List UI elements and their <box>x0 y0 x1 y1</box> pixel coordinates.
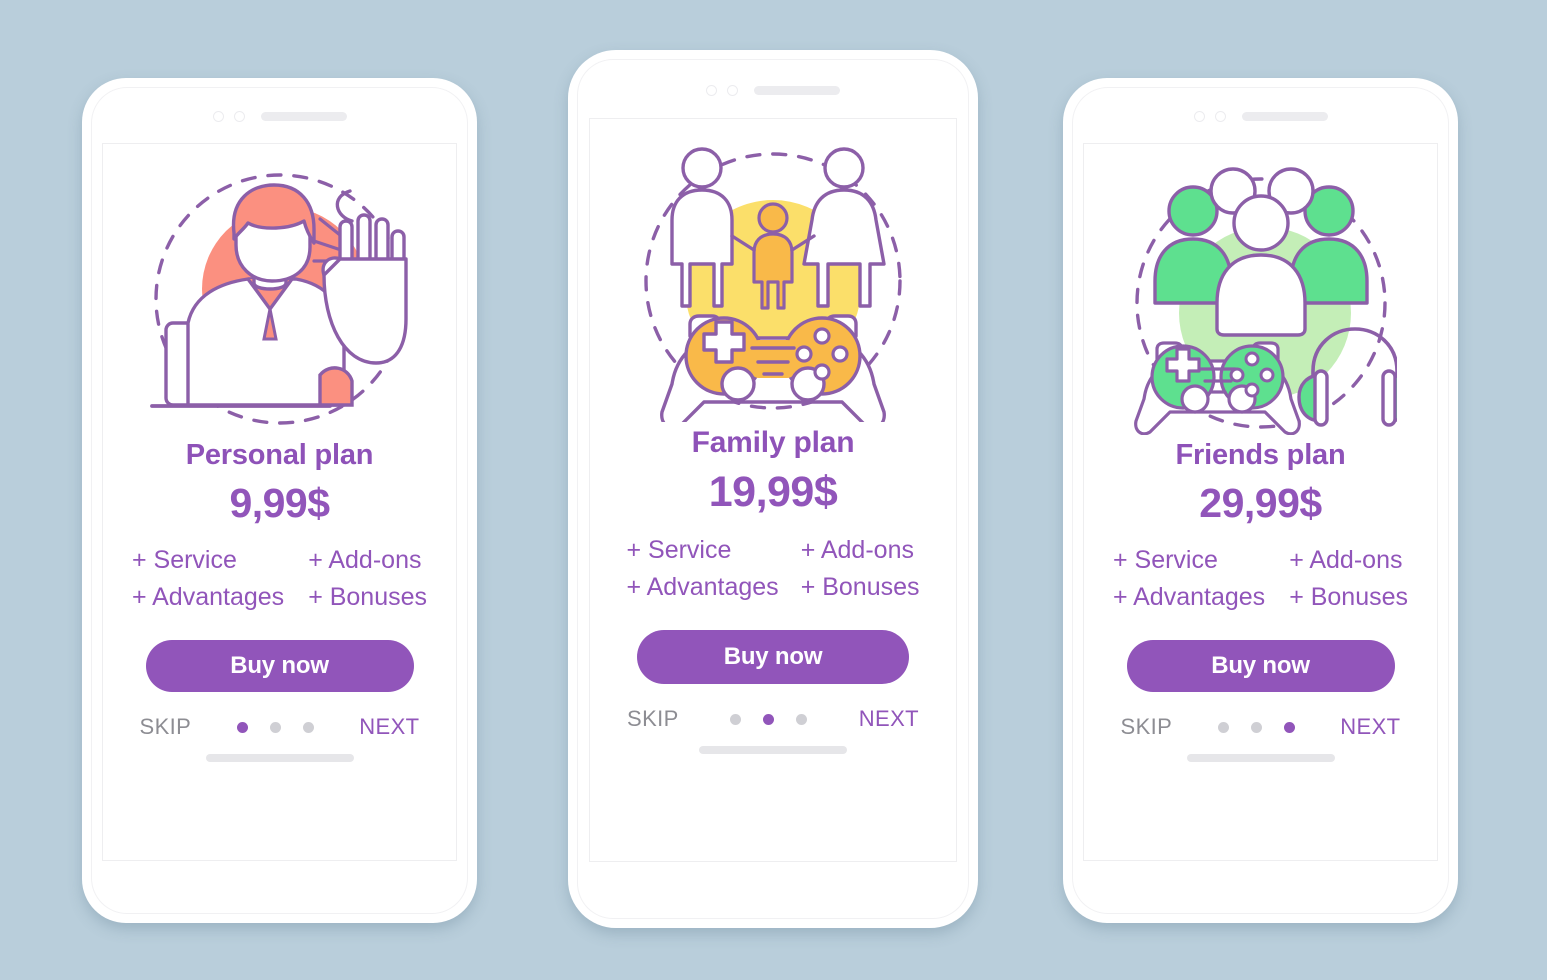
next-button[interactable]: NEXT <box>859 706 919 732</box>
onboarding-nav-row: SKIP NEXT <box>140 714 420 740</box>
skip-button[interactable]: SKIP <box>1121 714 1173 740</box>
screen-personal: Personal plan 9,99$ + Service + Add-ons … <box>102 143 457 861</box>
pagination-dot-2[interactable] <box>1250 721 1262 733</box>
feature-list: + Service + Add-ons + Advantages + Bonus… <box>132 543 427 614</box>
earpiece-speaker <box>1241 111 1328 121</box>
phone-top-bezel <box>1063 105 1458 127</box>
next-button[interactable]: NEXT <box>1340 714 1400 740</box>
screen-family: Family plan 19,99$ + Service + Add-ons +… <box>589 118 957 862</box>
onboarding-nav-row: SKIP NEXT <box>1121 714 1401 740</box>
proximity-sensor-icon <box>727 84 738 96</box>
phone-mockup-family: Family plan 19,99$ + Service + Add-ons +… <box>568 50 978 928</box>
pagination-dot-3[interactable] <box>302 721 314 733</box>
feature-list: + Service + Add-ons + Advantages + Bonus… <box>1113 543 1408 614</box>
pagination-dot-2[interactable] <box>269 721 281 733</box>
front-camera-icon <box>212 110 224 122</box>
feature-item: + Advantages <box>1112 582 1266 611</box>
feature-item: + Add-ons <box>308 546 422 574</box>
pagination-dot-1[interactable] <box>730 713 742 725</box>
phone-mockup-friends: Friends plan 29,99$ + Service + Add-ons … <box>1063 78 1458 923</box>
feature-item: + Bonuses <box>1289 582 1409 611</box>
plan-title: Family plan <box>691 426 855 459</box>
home-indicator-bar <box>699 746 847 754</box>
feature-item: + Service <box>626 536 732 564</box>
proximity-sensor-icon <box>233 110 245 122</box>
pagination-dots <box>730 713 808 725</box>
buy-now-button[interactable]: Buy now <box>1126 640 1395 692</box>
plan-title: Personal plan <box>185 439 374 471</box>
plan-title: Friends plan <box>1175 439 1346 471</box>
friends-group-gamepad-headphones-icon <box>1125 163 1397 435</box>
pagination-dot-1[interactable] <box>1217 721 1229 733</box>
pagination-dot-3[interactable] <box>1283 721 1295 733</box>
pagination-dot-1[interactable] <box>236 721 248 733</box>
next-button[interactable]: NEXT <box>359 714 419 740</box>
earpiece-speaker <box>754 85 840 95</box>
feature-item: + Add-ons <box>1289 546 1403 574</box>
pagination-dots <box>1217 721 1295 733</box>
pagination-dots <box>236 721 314 733</box>
proximity-sensor-icon <box>1214 110 1226 122</box>
skip-button[interactable]: SKIP <box>140 714 192 740</box>
plan-price: 29,99$ <box>1199 480 1322 526</box>
onboarding-screens-stage: Personal plan 9,99$ + Service + Add-ons … <box>0 0 1547 980</box>
feature-item: + Bonuses <box>308 582 428 611</box>
skip-button[interactable]: SKIP <box>627 706 679 732</box>
phone-top-bezel <box>82 105 477 127</box>
pagination-dot-2[interactable] <box>763 713 775 725</box>
phone-mockup-personal: Personal plan 9,99$ + Service + Add-ons … <box>82 78 477 923</box>
home-indicator-bar <box>1186 754 1335 762</box>
screen-friends: Friends plan 29,99$ + Service + Add-ons … <box>1083 143 1438 861</box>
feature-item: + Advantages <box>131 582 285 611</box>
feature-item: + Advantages <box>626 572 779 601</box>
front-camera-icon <box>706 84 717 96</box>
phone-top-bezel <box>568 79 978 101</box>
person-at-laptop-stop-hand-icon <box>144 163 416 435</box>
plan-price: 19,99$ <box>708 468 838 516</box>
feature-item: + Add-ons <box>800 536 914 564</box>
feature-list: + Service + Add-ons + Advantages + Bonus… <box>626 533 919 604</box>
front-camera-icon <box>1193 110 1205 122</box>
home-indicator-bar <box>205 754 354 762</box>
family-with-gamepad-icon <box>632 140 914 422</box>
earpiece-speaker <box>260 111 347 121</box>
buy-now-button[interactable]: Buy now <box>637 630 909 684</box>
buy-now-button[interactable]: Buy now <box>145 640 414 692</box>
feature-item: + Service <box>131 546 237 574</box>
feature-item: + Service <box>1112 546 1218 574</box>
plan-price: 9,99$ <box>229 480 330 526</box>
feature-item: + Bonuses <box>800 572 920 601</box>
onboarding-nav-row: SKIP NEXT <box>627 706 919 732</box>
pagination-dot-3[interactable] <box>796 713 808 725</box>
